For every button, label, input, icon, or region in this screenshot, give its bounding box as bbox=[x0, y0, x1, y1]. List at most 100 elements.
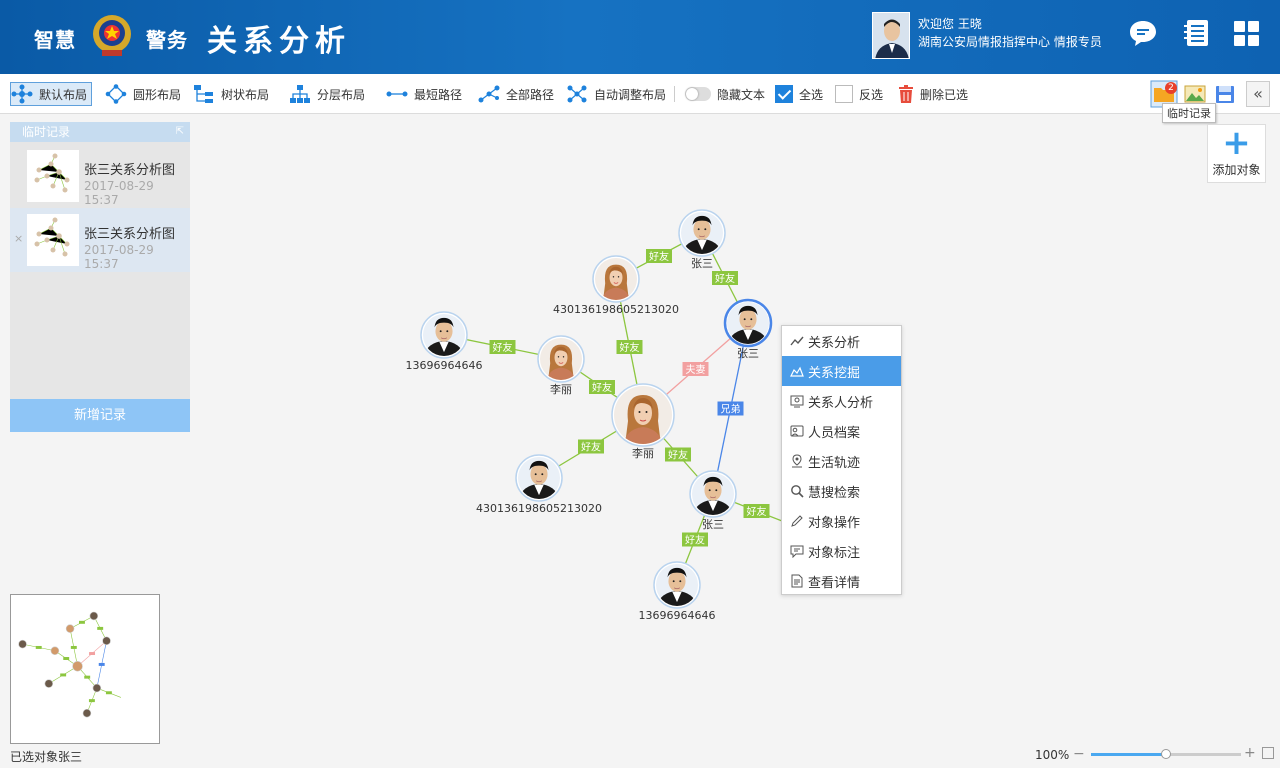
menu-item-object-operation[interactable]: 对象操作 bbox=[782, 506, 901, 536]
edge-label[interactable]: 好友 bbox=[712, 271, 738, 285]
menu-item-related-person[interactable]: 关系人分析 bbox=[782, 386, 901, 416]
graph-minimap[interactable] bbox=[10, 594, 160, 744]
edge-label-text: 好友 bbox=[620, 341, 640, 354]
layout-tree-button[interactable]: 树状布局 bbox=[193, 82, 269, 106]
menu-item-label: 慧搜检索 bbox=[808, 485, 861, 501]
person-node[interactable]: 张三 bbox=[678, 209, 726, 270]
person-node[interactable]: 13696964646 bbox=[639, 561, 716, 622]
layout-layer-label: 分层布局 bbox=[317, 87, 366, 102]
minimap-node bbox=[50, 646, 60, 656]
invert-label: 反选 bbox=[859, 87, 884, 102]
edge-label-text: 好友 bbox=[685, 534, 705, 547]
minimap-node bbox=[92, 683, 102, 693]
person-node[interactable]: 430136198605213020 bbox=[553, 255, 679, 316]
layout-default-label: 默认布局 bbox=[39, 87, 88, 102]
invert-selection-checkbox[interactable]: 反选 bbox=[835, 82, 883, 106]
edge-label-text: 夫妻 bbox=[686, 363, 706, 376]
layout-default-button[interactable]: 默认布局 bbox=[10, 82, 93, 106]
layout-tree-label: 树状布局 bbox=[221, 87, 270, 102]
toolbar-divider bbox=[674, 86, 675, 102]
zoom-out-button[interactable]: − bbox=[1073, 746, 1085, 762]
minimap-edge-label bbox=[70, 645, 77, 649]
person-node[interactable]: 张三 bbox=[689, 470, 737, 531]
toolbar: 默认布局 圆形布局 树状布局 分层布局 最短路径 全部路径 自动调整布局 隐藏文… bbox=[0, 74, 1280, 114]
edge-label[interactable]: 好友 bbox=[743, 504, 770, 518]
select-all-check[interactable] bbox=[775, 85, 793, 103]
fit-view-icon[interactable] bbox=[1262, 747, 1274, 759]
invert-check[interactable] bbox=[835, 85, 853, 103]
edge-label[interactable]: 好友 bbox=[646, 249, 672, 263]
apps-grid-icon[interactable] bbox=[1232, 18, 1262, 48]
toggle-switch[interactable] bbox=[685, 87, 711, 101]
delete-selected-button[interactable]: 删除已选 bbox=[898, 82, 968, 106]
auto-layout-icon bbox=[567, 85, 587, 103]
person-profile-icon bbox=[790, 425, 804, 437]
menu-item-object-annotation[interactable]: 对象标注 bbox=[782, 536, 901, 566]
node-label: 430136198605213020 bbox=[476, 502, 602, 515]
notebook-icon[interactable] bbox=[1182, 18, 1212, 48]
edge-label[interactable]: 好友 bbox=[665, 447, 691, 462]
edge-label-text: 好友 bbox=[581, 441, 601, 454]
menu-item-relation-analysis[interactable]: 关系分析 bbox=[782, 326, 901, 356]
edge-label[interactable]: 好友 bbox=[489, 340, 516, 354]
menu-item-view-details[interactable]: 查看详情 bbox=[782, 566, 901, 596]
page-title: 关系分析 bbox=[207, 24, 351, 59]
minimap-node bbox=[44, 679, 54, 688]
person-node[interactable]: 13696964646 bbox=[406, 311, 483, 372]
shortest-path-icon bbox=[386, 91, 408, 97]
minimap-node bbox=[72, 661, 83, 672]
edge-label[interactable]: 好友 bbox=[682, 532, 708, 547]
menu-item-life-track[interactable]: 生活轨迹 bbox=[782, 446, 901, 476]
zoom-in-button[interactable]: + bbox=[1244, 745, 1256, 761]
minimap-edge-label bbox=[105, 691, 112, 695]
default-layout-icon bbox=[11, 84, 33, 104]
menu-item-label: 生活轨迹 bbox=[808, 455, 861, 471]
person-node[interactable]: 张三 bbox=[723, 298, 773, 360]
hide-text-label: 隐藏文本 bbox=[717, 87, 766, 102]
minimap-edge-label bbox=[89, 652, 96, 656]
save-disk-icon[interactable] bbox=[1213, 80, 1237, 108]
shortest-path-button[interactable]: 最短路径 bbox=[386, 82, 462, 106]
layout-layer-button[interactable]: 分层布局 bbox=[289, 82, 365, 106]
hide-text-toggle[interactable]: 隐藏文本 bbox=[685, 82, 765, 106]
chat-icon[interactable] bbox=[1128, 18, 1158, 48]
auto-layout-button[interactable]: 自动调整布局 bbox=[566, 82, 666, 106]
person-node[interactable]: 李丽 bbox=[537, 335, 585, 396]
trash-icon bbox=[899, 85, 913, 103]
edge-label[interactable]: 好友 bbox=[589, 380, 615, 394]
node-label: 李丽 bbox=[632, 446, 654, 460]
search-icon bbox=[791, 485, 804, 498]
menu-item-relation-mining[interactable]: 关系挖掘 bbox=[782, 356, 901, 386]
relation-graph-canvas[interactable]: 好友好友好友好友好友夫妻兄弟好友好友好友好友 李丽李丽4301361986052… bbox=[0, 115, 1280, 745]
minimap-edge-label bbox=[84, 675, 91, 679]
app-header: 智慧 警务 关系分析 欢迎您 王晓 湖南公安局情报指挥中心 情报专员 bbox=[0, 0, 1280, 74]
minimap-node bbox=[102, 636, 111, 646]
minimap-edge-label bbox=[97, 626, 104, 630]
all-paths-button[interactable]: 全部路径 bbox=[478, 82, 554, 106]
node-label: 张三 bbox=[737, 347, 759, 360]
relation-analysis-icon bbox=[790, 336, 804, 346]
edge-label[interactable]: 夫妻 bbox=[682, 362, 709, 376]
menu-item-person-profile[interactable]: 人员档案 bbox=[782, 416, 901, 446]
edge-label[interactable]: 好友 bbox=[578, 439, 604, 454]
layout-circle-button[interactable]: 圆形布局 bbox=[105, 82, 181, 106]
minimap-edge-label bbox=[98, 662, 105, 666]
tree-layout-icon bbox=[194, 85, 213, 103]
user-avatar[interactable] bbox=[872, 12, 910, 59]
select-all-checkbox[interactable]: 全选 bbox=[775, 82, 823, 106]
select-all-label: 全选 bbox=[799, 87, 824, 102]
zoom-slider-handle[interactable] bbox=[1161, 749, 1171, 759]
temp-record-badge: 2 bbox=[1165, 82, 1177, 94]
zoom-level-label: 100% bbox=[1035, 748, 1070, 762]
node-label: 张三 bbox=[691, 257, 713, 270]
all-paths-label: 全部路径 bbox=[506, 87, 555, 102]
brand-text-right: 警务 bbox=[146, 28, 188, 52]
edge-label[interactable]: 兄弟 bbox=[717, 401, 744, 416]
shortest-path-label: 最短路径 bbox=[414, 87, 463, 102]
menu-item-smart-search[interactable]: 慧搜检索 bbox=[782, 476, 901, 506]
minimap-edge-label bbox=[60, 673, 67, 677]
collapse-panel-button[interactable]: « bbox=[1246, 81, 1270, 107]
edge-label[interactable]: 好友 bbox=[616, 340, 643, 354]
person-node[interactable]: 430136198605213020 bbox=[476, 454, 602, 515]
node-label: 430136198605213020 bbox=[553, 303, 679, 316]
